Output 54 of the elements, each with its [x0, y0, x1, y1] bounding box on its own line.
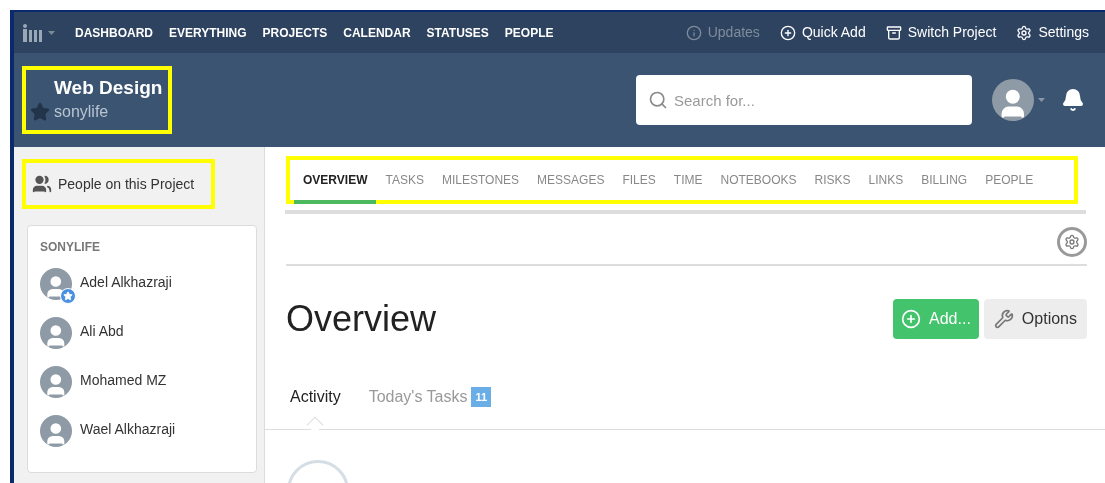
- person-name[interactable]: Adel Alkhazraji: [80, 268, 172, 293]
- tab[interactable]: TIME: [664, 171, 712, 189]
- people-icon: [32, 174, 52, 194]
- tab[interactable]: RISKS: [805, 171, 860, 189]
- tab[interactable]: NOTEBOOKS: [711, 171, 806, 189]
- caret-icon[interactable]: [48, 30, 55, 35]
- logo-icon[interactable]: [22, 23, 55, 42]
- settings-button[interactable]: [1057, 227, 1087, 257]
- gear-icon: [1064, 234, 1080, 250]
- avatar-icon: [40, 317, 72, 349]
- avatar-icon: [40, 366, 72, 398]
- tab[interactable]: PEOPLE: [976, 171, 1043, 189]
- wrench-icon: [993, 309, 1014, 329]
- search-icon: [648, 90, 668, 110]
- subtab[interactable]: Activity: [290, 385, 341, 409]
- bell-icon[interactable]: [1061, 88, 1085, 112]
- tab[interactable]: FILES: [613, 171, 665, 189]
- plus-circle-icon: [901, 309, 922, 329]
- group-label: SONYLIFE: [40, 239, 101, 256]
- person-name[interactable]: Mohamed MZ: [80, 366, 167, 391]
- company-name: sonylife: [54, 101, 110, 122]
- tab[interactable]: MESSAGES: [528, 171, 614, 189]
- nav-link[interactable]: PEOPLE: [504, 23, 554, 42]
- page-title: Overview: [286, 297, 437, 341]
- star-icon[interactable]: [30, 102, 50, 122]
- nav-action[interactable]: Switch Project: [885, 22, 997, 43]
- person-name[interactable]: Ali Abd: [80, 317, 124, 342]
- person-name[interactable]: Wael Alkhazraji: [80, 415, 176, 440]
- tab[interactable]: TASKS: [376, 171, 433, 189]
- star-badge-icon: [60, 288, 76, 304]
- caret-icon[interactable]: [1038, 98, 1045, 102]
- info-icon: [685, 24, 702, 41]
- tab[interactable]: MILESTONES: [432, 171, 529, 189]
- nav-link[interactable]: STATUSES: [426, 23, 489, 42]
- tray-icon: [885, 24, 902, 41]
- nav-action[interactable]: Settings: [1016, 22, 1089, 43]
- avatar-icon: [992, 79, 1034, 121]
- nav-link[interactable]: CALENDAR: [343, 23, 411, 42]
- avatar-icon: [40, 268, 72, 300]
- nav-link[interactable]: DASHBOARD: [75, 23, 153, 42]
- nav-action[interactable]: Quick Add: [779, 22, 866, 43]
- plus-circle-icon: [779, 24, 796, 41]
- search-field[interactable]: Search for...: [636, 75, 972, 125]
- avatar-icon: [40, 415, 72, 447]
- settings-icon: [1016, 24, 1033, 41]
- project-title: Web Design: [54, 76, 163, 100]
- nav-link[interactable]: PROJECTS: [262, 23, 328, 42]
- options-button[interactable]: Options: [983, 299, 1087, 339]
- tab[interactable]: OVERVIEW: [294, 171, 377, 189]
- tab[interactable]: LINKS: [859, 171, 913, 189]
- sidebar-title: People on this Project: [58, 174, 195, 194]
- tab[interactable]: BILLING: [912, 171, 977, 189]
- count-badge: 11: [471, 386, 492, 408]
- nav-link[interactable]: EVERYTHING: [169, 23, 247, 42]
